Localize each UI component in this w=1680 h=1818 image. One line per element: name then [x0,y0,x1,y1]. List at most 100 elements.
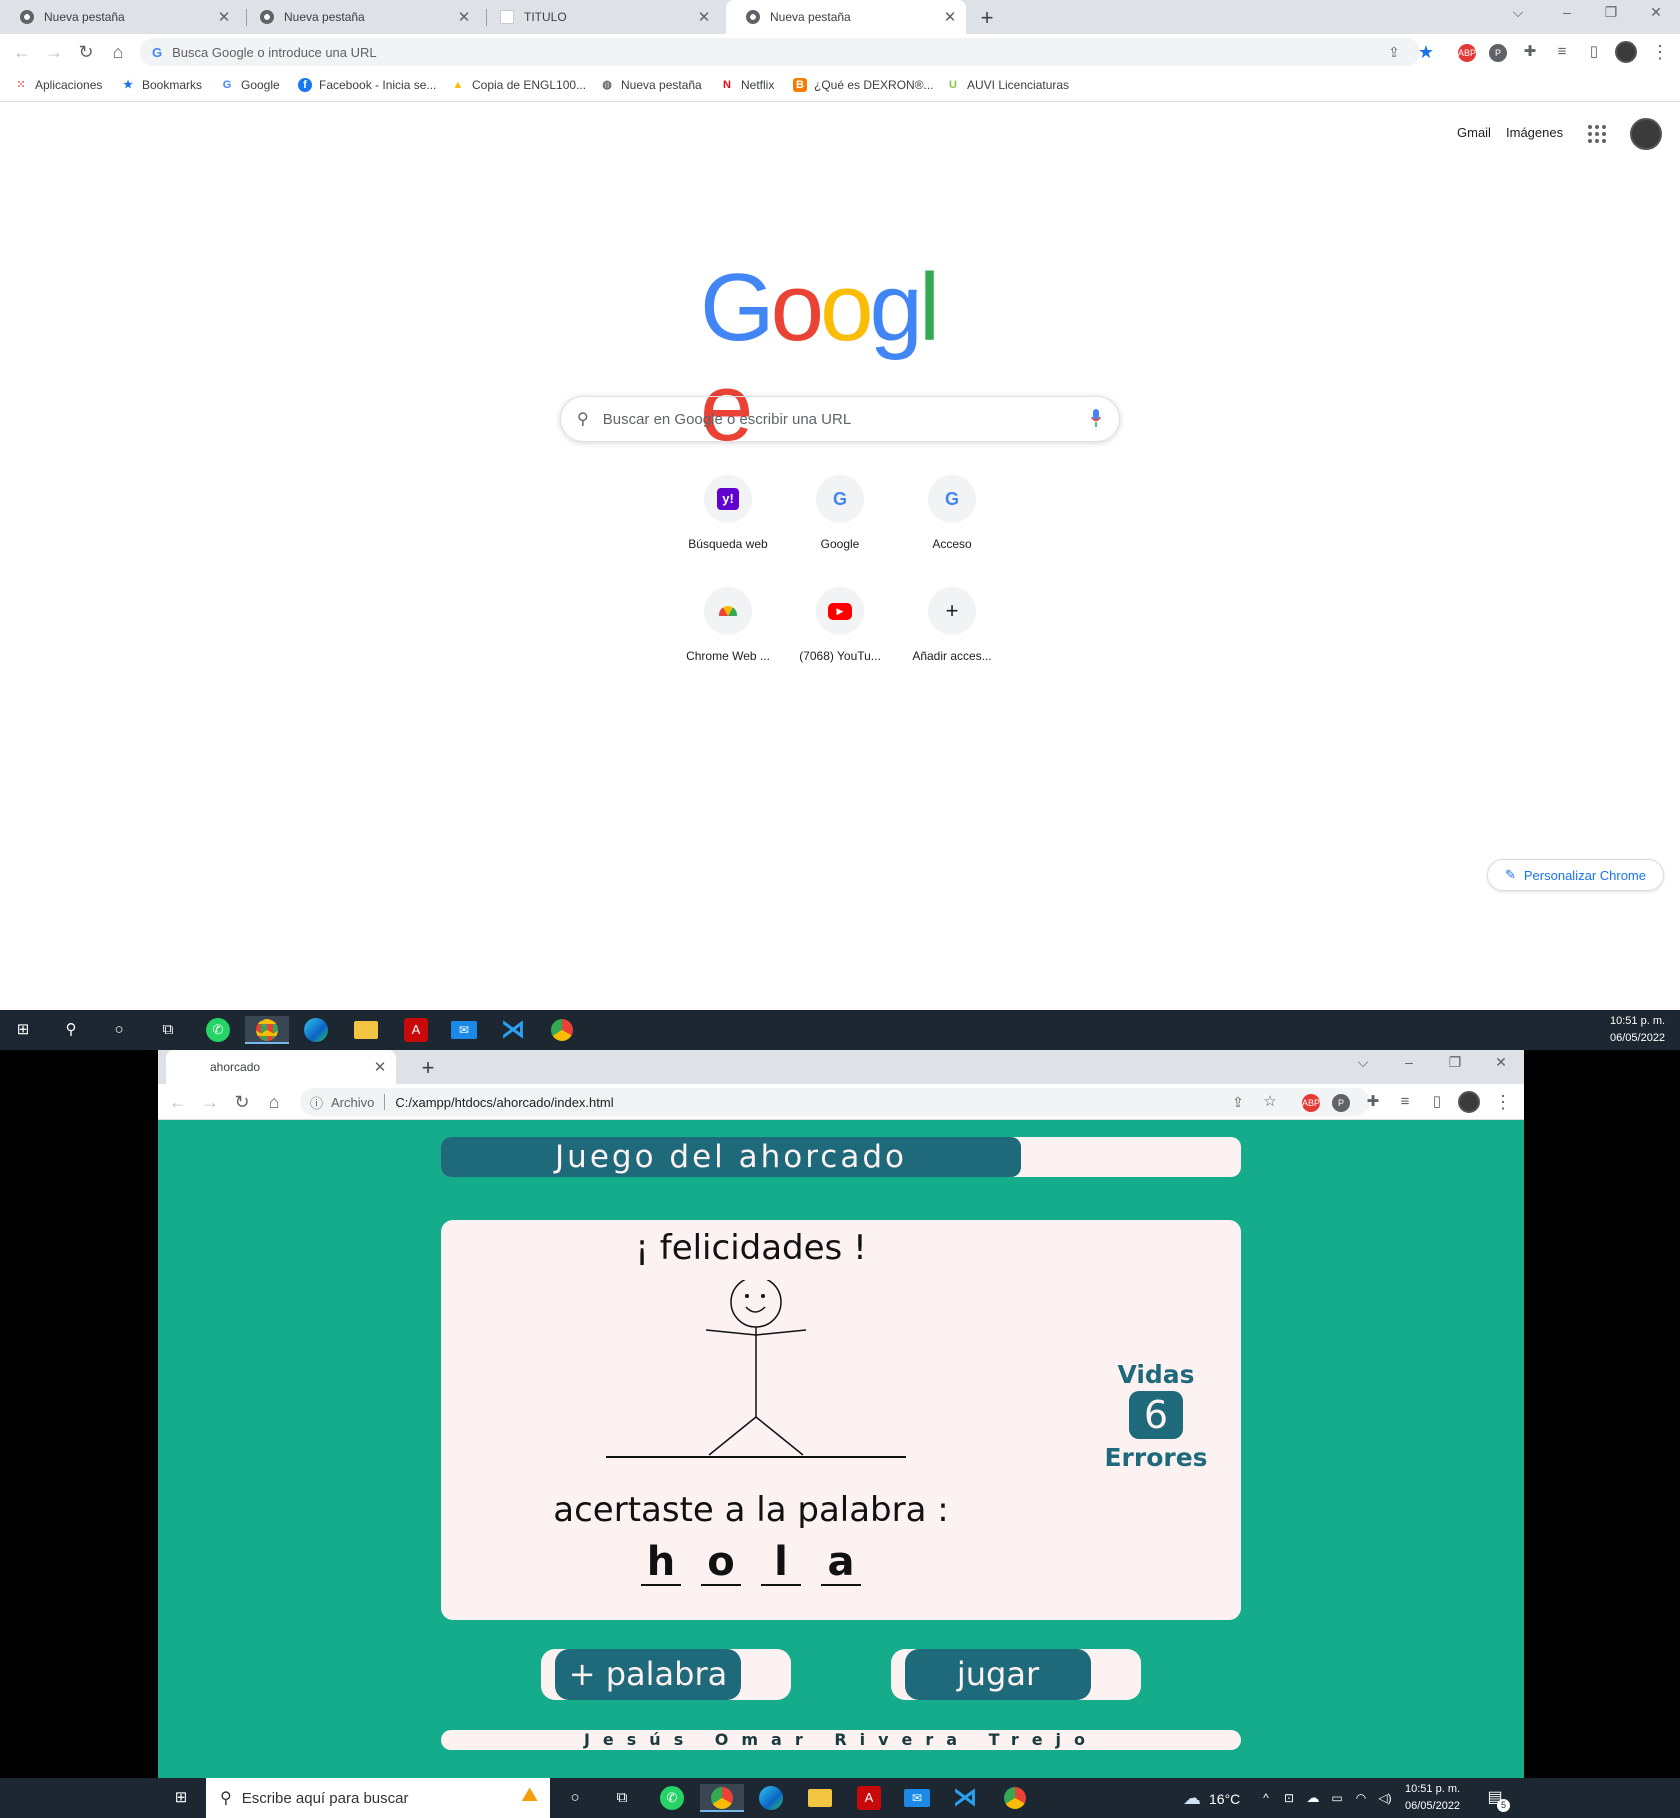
reading-list-icon[interactable]: ≡ [1393,1090,1417,1114]
bookmark-item[interactable]: ★ Bookmarks [121,78,202,92]
chrome-taskbar-icon-2[interactable] [1000,1784,1030,1812]
acrobat-icon[interactable]: A [401,1016,431,1044]
clock[interactable]: 10:51 p. m. 06/05/2022 [1610,1013,1665,1047]
home-icon[interactable]: ⌂ [106,40,130,64]
back-icon[interactable]: ← [166,1090,190,1114]
windows-start-icon[interactable]: ⊞ [8,1016,38,1044]
images-link[interactable]: Imágenes [1506,125,1563,140]
vscode-icon[interactable]: ⋊ [950,1784,980,1812]
chevron-up-icon[interactable]: ^ [1255,1784,1277,1812]
address-bar[interactable]: ⓘ Archivo C:/xampp/htdocs/ahorcado/index… [300,1088,1370,1116]
weather-widget[interactable]: ☁ 16°C [1183,1788,1240,1809]
file-explorer-icon[interactable] [351,1016,381,1044]
extensions-icon[interactable]: ✚ [1361,1090,1385,1114]
bookmark-item[interactable]: ▲ Copia de ENGL100... [451,78,587,92]
task-view-icon[interactable]: ⧉ [607,1784,637,1812]
shortcut-google[interactable]: G Google [784,475,896,587]
bookmark-star-icon[interactable]: ★ [1414,40,1438,64]
bookmark-item[interactable]: B ¿Qué es DEXRON®... [793,78,934,92]
reload-icon[interactable]: ↻ [230,1090,254,1114]
share-icon[interactable]: ⇪ [1226,1090,1250,1114]
shortcut-youtube[interactable]: ▶ (7068) YouTu... [784,587,896,699]
bookmark-item[interactable]: f Facebook - Inicia se... [298,78,436,92]
close-icon[interactable]: ✕ [694,8,714,26]
battery-icon[interactable]: ▭ [1326,1784,1348,1812]
file-explorer-icon[interactable] [805,1784,835,1812]
close-icon[interactable]: ✕ [370,1058,390,1076]
close-icon[interactable]: ✕ [214,8,234,26]
bookmark-item[interactable]: U AUVI Licenciaturas [946,78,1069,92]
shortcut-acceso[interactable]: G Acceso [896,475,1008,587]
taskbar-search-input[interactable]: ⚲ Escribe aquí para buscar ⛰ [206,1778,550,1818]
google-apps-icon[interactable] [1588,125,1606,143]
tab-3[interactable]: TITULO ✕ [480,0,720,34]
close-icon[interactable]: ✕ [940,8,960,26]
chrome-taskbar-icon-2[interactable] [547,1016,577,1044]
bookmark-item[interactable]: N Netflix [720,78,774,92]
back-icon[interactable]: ← [10,40,34,64]
clock[interactable]: 10:51 p. m. 06/05/2022 [1405,1781,1460,1815]
profile-avatar[interactable] [1615,41,1637,63]
close-window-icon[interactable]: ✕ [1486,1054,1516,1071]
bookmark-star-icon[interactable]: ☆ [1258,1090,1282,1114]
pinterest-icon[interactable]: P [1332,1094,1350,1112]
home-icon[interactable]: ⌂ [262,1090,286,1114]
restore-icon[interactable]: ❐ [1440,1054,1470,1071]
adblock-icon[interactable]: ABP [1458,44,1476,62]
tab-2[interactable]: Nueva pestaña ✕ [240,0,480,34]
restore-icon[interactable]: ❐ [1596,4,1626,21]
close-icon[interactable]: ✕ [454,8,474,26]
search-icon[interactable]: ⚲ [56,1016,86,1044]
reading-list-icon[interactable]: ≡ [1550,40,1574,64]
new-tab-button[interactable]: + [416,1055,440,1081]
shortcut-add[interactable]: + Añadir acces... [896,587,1008,699]
play-button[interactable]: jugar [905,1649,1091,1700]
task-view-icon[interactable]: ⧉ [153,1016,183,1044]
vscode-icon[interactable]: ⋊ [498,1016,528,1044]
side-panel-icon[interactable]: ▯ [1425,1090,1449,1114]
bookmark-item[interactable]: ◍ Nueva pestaña [600,78,702,92]
edge-icon[interactable] [301,1016,331,1044]
meet-now-icon[interactable]: ⊡ [1278,1784,1300,1812]
account-avatar[interactable] [1630,118,1662,150]
tab-search-icon[interactable]: ⌵ [1348,1054,1378,1071]
profile-avatar[interactable] [1458,1091,1480,1113]
cortana-icon[interactable]: ○ [104,1016,134,1044]
add-word-button[interactable]: + palabra [555,1649,741,1700]
acrobat-icon[interactable]: A [854,1784,884,1812]
shortcut-chrome-web-store[interactable]: Chrome Web ... [672,587,784,699]
share-icon[interactable]: ⇪ [1382,40,1406,64]
mail-icon[interactable]: ✉ [449,1016,479,1044]
chrome-taskbar-icon[interactable] [245,1016,289,1044]
microphone-icon[interactable] [1091,409,1101,427]
menu-icon[interactable]: ⋮ [1648,40,1672,64]
tab-search-icon[interactable]: ⌵ [1503,4,1533,21]
bookmark-item[interactable]: ⁙ Aplicaciones [14,78,102,92]
cortana-icon[interactable]: ○ [560,1784,590,1812]
tab-4-active[interactable]: Nueva pestaña ✕ [726,0,966,34]
mail-icon[interactable]: ✉ [902,1784,932,1812]
chrome-taskbar-icon[interactable] [700,1784,744,1812]
side-panel-icon[interactable]: ▯ [1582,40,1606,64]
wifi-icon[interactable]: ◠ [1350,1784,1372,1812]
adblock-icon[interactable]: ABP [1302,1094,1320,1112]
onedrive-icon[interactable]: ☁ [1302,1784,1324,1812]
search-input[interactable]: ⚲ Buscar en Google o escribir una URL [560,396,1120,442]
notifications-icon[interactable]: ▤ 5 [1480,1784,1510,1812]
whatsapp-icon[interactable]: ✆ [657,1784,687,1812]
menu-icon[interactable]: ⋮ [1491,1090,1515,1114]
minimize-icon[interactable]: – [1552,4,1582,20]
whatsapp-icon[interactable]: ✆ [203,1016,233,1044]
customize-chrome-button[interactable]: ✎ Personalizar Chrome [1487,859,1664,891]
pinterest-icon[interactable]: P [1489,44,1507,62]
address-bar[interactable]: G Busca Google o introduce una URL [140,38,1420,66]
reload-icon[interactable]: ↻ [74,40,98,64]
extensions-icon[interactable]: ✚ [1518,40,1542,64]
forward-icon[interactable]: → [198,1090,222,1114]
forward-icon[interactable]: → [42,40,66,64]
tab-ahorcado[interactable]: ahorcado ✕ [166,1050,396,1084]
windows-start-icon[interactable]: ⊞ [166,1784,196,1812]
close-window-icon[interactable]: ✕ [1641,4,1671,21]
tab-1[interactable]: Nueva pestaña ✕ [0,0,240,34]
new-tab-button[interactable]: + [975,5,999,31]
